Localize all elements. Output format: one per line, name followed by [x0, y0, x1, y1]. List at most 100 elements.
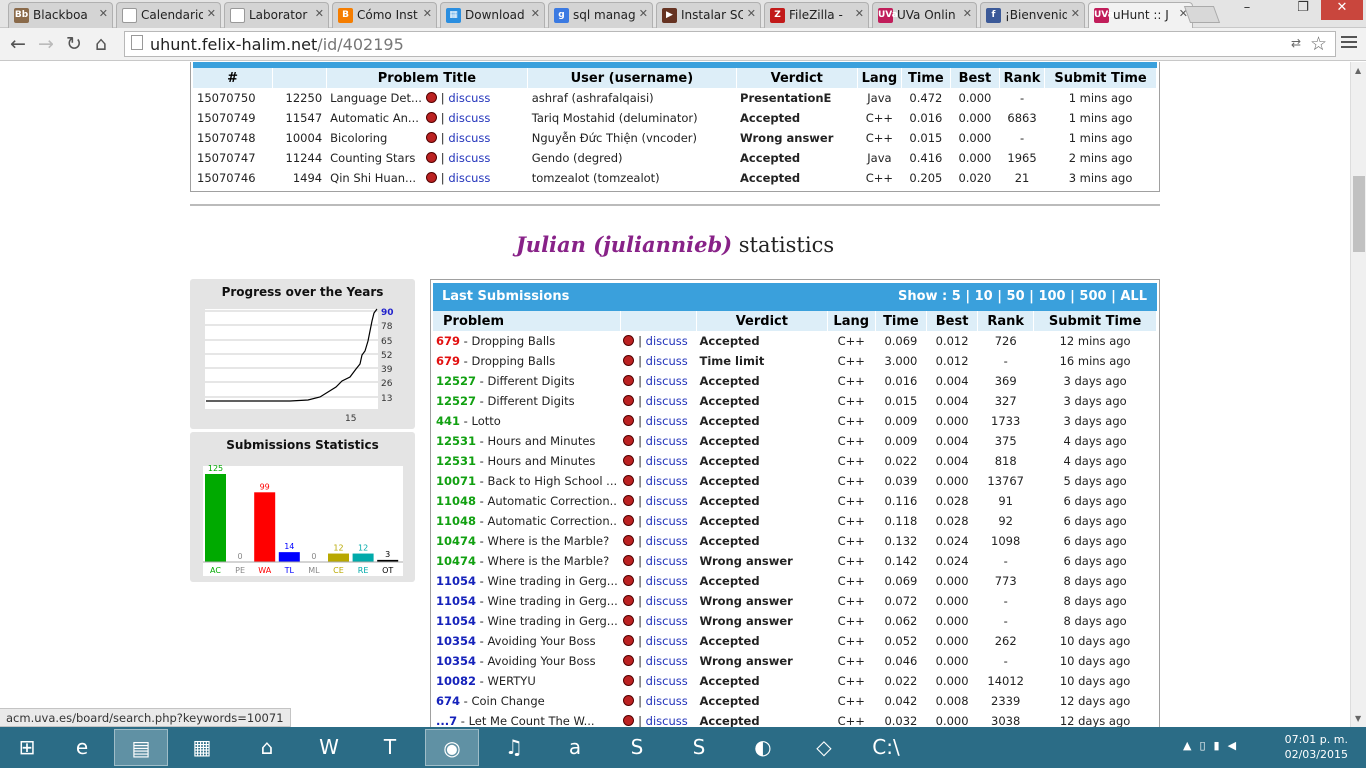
problem-id-link[interactable]: 12527	[436, 394, 476, 408]
discuss-link[interactable]: discuss	[646, 654, 688, 668]
best-time[interactable]: 0.000	[927, 611, 978, 631]
cmd-icon[interactable]: C:\	[859, 729, 913, 766]
webstorm-icon[interactable]: W	[302, 729, 356, 766]
discuss-link[interactable]: discuss	[646, 694, 688, 708]
discuss-link[interactable]: discuss	[646, 414, 688, 428]
virtualbox-icon[interactable]: ◇	[797, 729, 851, 766]
system-tray[interactable]: ▲▯▮◀	[1183, 739, 1244, 752]
best-time[interactable]: 0.000	[927, 411, 978, 431]
browser-tab[interactable]: ▦ Download ✕	[440, 2, 545, 28]
discuss-link[interactable]: discuss	[646, 494, 688, 508]
bug-icon[interactable]	[623, 435, 635, 446]
chrome-menu-icon[interactable]	[1341, 36, 1357, 51]
discuss-link[interactable]: discuss	[646, 334, 688, 348]
best-time[interactable]: 0.004	[927, 391, 978, 411]
bug-icon[interactable]	[623, 455, 635, 466]
bug-icon[interactable]	[623, 475, 635, 486]
close-tab-icon[interactable]: ✕	[855, 7, 864, 20]
best-time[interactable]: 0.000	[950, 128, 999, 148]
show-option-100[interactable]: 100	[1038, 289, 1065, 304]
bookmark-star-icon[interactable]: ☆	[1310, 33, 1327, 55]
close-tab-icon[interactable]: ✕	[639, 7, 648, 20]
bug-icon[interactable]	[623, 695, 635, 706]
discuss-link[interactable]: discuss	[646, 574, 688, 588]
address-bar[interactable]: uhunt.felix-halim.net/id/402195 ⇄ ☆	[124, 31, 1336, 57]
problem-id-link[interactable]: 11048	[436, 494, 476, 508]
problem-id-link[interactable]: 674	[436, 694, 460, 708]
problem-id-link[interactable]: 10354	[436, 634, 476, 648]
taskbar-clock[interactable]: 07:01 p. m. 02/03/2015	[1285, 732, 1348, 762]
discuss-link[interactable]: discuss	[646, 634, 688, 648]
browser-tab[interactable]: B Cómo Inst ✕	[332, 2, 437, 28]
browser-tab[interactable]: Calendario ✕	[116, 2, 221, 28]
show-option-500[interactable]: 500	[1079, 289, 1106, 304]
internet-explorer-icon[interactable]: e	[55, 729, 109, 766]
discuss-link[interactable]: discuss	[448, 171, 490, 185]
show-option-10[interactable]: 10	[975, 289, 993, 304]
close-tab-icon[interactable]: ✕	[963, 7, 972, 20]
best-time[interactable]: 0.000	[927, 651, 978, 671]
close-window-icon[interactable]: ✕	[1321, 0, 1363, 20]
bug-icon[interactable]	[623, 675, 635, 686]
best-time[interactable]: 0.000	[950, 148, 999, 168]
forward-arrow-icon[interactable]: →	[38, 33, 54, 55]
close-tab-icon[interactable]: ✕	[423, 7, 432, 20]
problem-id-link[interactable]: 11054	[436, 574, 476, 588]
scroll-up-arrow-icon[interactable]: ▲	[1355, 66, 1361, 75]
amazon-icon[interactable]: a	[548, 729, 602, 766]
problem-id-link[interactable]: 10082	[436, 674, 476, 688]
best-time[interactable]: 0.004	[927, 371, 978, 391]
problem-id-link[interactable]: 12527	[436, 374, 476, 388]
home-icon[interactable]: ⌂	[240, 729, 294, 766]
browser-tab[interactable]: ▶ Instalar SQ ✕	[656, 2, 761, 28]
bug-icon[interactable]	[623, 395, 635, 406]
bug-icon[interactable]	[623, 555, 635, 566]
bug-icon[interactable]	[623, 575, 635, 586]
bug-icon[interactable]	[623, 535, 635, 546]
best-time[interactable]: 0.000	[950, 108, 999, 128]
file-explorer-icon[interactable]: ▤	[114, 729, 168, 766]
bug-icon[interactable]	[426, 92, 438, 103]
problem-id-link[interactable]: 11048	[436, 514, 476, 528]
best-time[interactable]: 0.004	[927, 451, 978, 471]
store-icon[interactable]: ▦	[175, 729, 229, 766]
best-time[interactable]: 0.020	[950, 168, 999, 188]
problem-id-link[interactable]: 10474	[436, 534, 476, 548]
best-time[interactable]: 0.000	[927, 711, 978, 727]
close-tab-icon[interactable]: ✕	[747, 7, 756, 20]
close-tab-icon[interactable]: ✕	[207, 7, 216, 20]
bug-icon[interactable]	[623, 635, 635, 646]
discuss-link[interactable]: discuss	[646, 674, 688, 688]
show-option-all[interactable]: ALL	[1120, 289, 1147, 304]
bug-icon[interactable]	[426, 132, 438, 143]
close-tab-icon[interactable]: ✕	[315, 7, 324, 20]
discuss-link[interactable]: discuss	[646, 614, 688, 628]
best-time[interactable]: 0.000	[927, 631, 978, 651]
discuss-link[interactable]: discuss	[646, 534, 688, 548]
discuss-link[interactable]: discuss	[646, 374, 688, 388]
best-time[interactable]: 0.028	[927, 491, 978, 511]
problem-id-link[interactable]: 10474	[436, 554, 476, 568]
discuss-link[interactable]: discuss	[448, 111, 490, 125]
show-option-5[interactable]: 5	[952, 289, 961, 304]
chrome-icon[interactable]: ◉	[425, 729, 479, 766]
sublime-s-icon[interactable]: S	[610, 729, 664, 766]
browser-tab[interactable]: g sql manag ✕	[548, 2, 653, 28]
discuss-link[interactable]: discuss	[448, 91, 490, 105]
itunes-icon[interactable]: ♫	[487, 729, 541, 766]
discuss-link[interactable]: discuss	[646, 514, 688, 528]
bug-icon[interactable]	[623, 355, 635, 366]
discuss-link[interactable]: discuss	[448, 131, 490, 145]
problem-id-link[interactable]: 679	[436, 354, 460, 368]
best-time[interactable]: 0.028	[927, 511, 978, 531]
problem-id-link[interactable]: 10071	[436, 474, 476, 488]
bug-icon[interactable]	[426, 112, 438, 123]
best-time[interactable]: 0.000	[950, 88, 999, 108]
browser-tab[interactable]: Bb Blackboa ✕	[8, 2, 113, 28]
scroll-down-arrow-icon[interactable]: ▼	[1355, 714, 1361, 723]
bug-icon[interactable]	[623, 495, 635, 506]
best-time[interactable]: 0.000	[927, 571, 978, 591]
restore-icon[interactable]: ❐	[1288, 0, 1318, 20]
minimize-icon[interactable]: –	[1232, 0, 1262, 20]
bug-icon[interactable]	[623, 515, 635, 526]
